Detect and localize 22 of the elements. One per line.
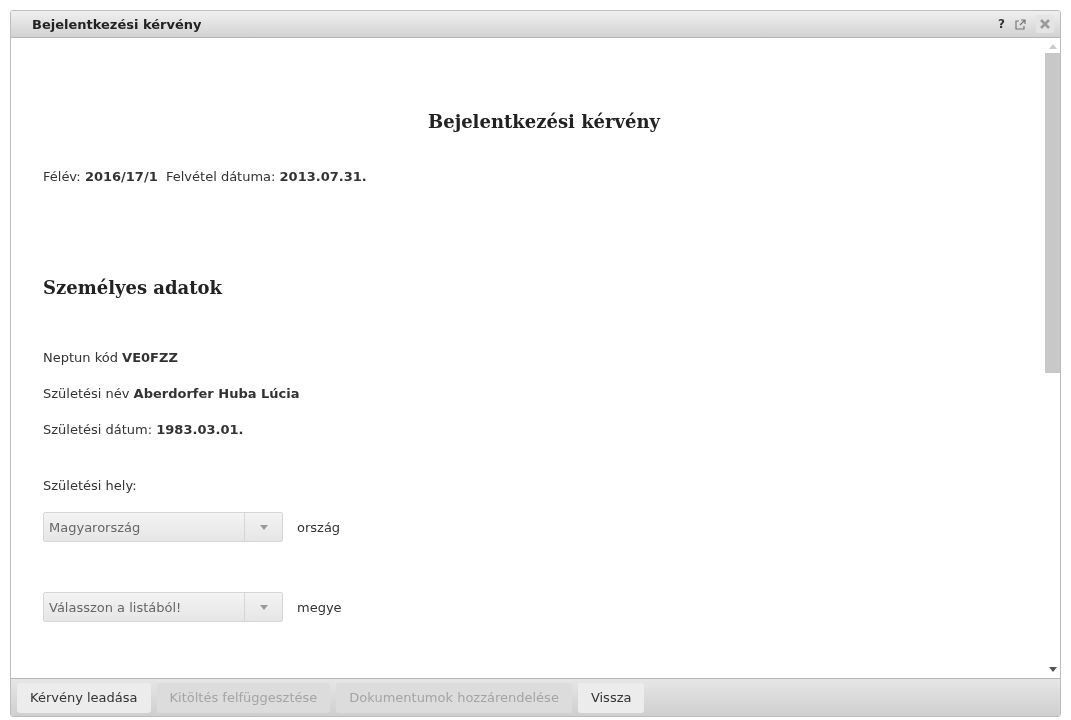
dropdown-field[interactable]: Válasszon a listából! — [43, 592, 283, 622]
caret-icon — [259, 604, 268, 610]
scroll-up-icon[interactable] — [1048, 44, 1057, 49]
caret-icon — [259, 524, 268, 530]
action-button[interactable]: Kérvény leadása — [17, 682, 151, 713]
close-icon[interactable] — [1036, 15, 1054, 33]
scroll-down-icon[interactable] — [1048, 667, 1057, 672]
field-suffix: ország — [297, 519, 341, 535]
form-title: Bejelentkezési kérvény — [427, 111, 662, 132]
scrollbar-thumb[interactable] — [1045, 53, 1060, 373]
field-label: Születési hely: — [43, 478, 138, 493]
field-suffix: megye — [297, 599, 342, 615]
section-heading: Személyes adatok — [43, 277, 224, 298]
personal-data-line: Neptun kód VE0FZZ — [43, 350, 179, 366]
action-button[interactable]: Vissza — [577, 682, 645, 713]
window-title: Bejelentkezési kérvény — [32, 16, 202, 32]
popout-icon[interactable] — [1015, 18, 1026, 30]
personal-data-line: Születési név Aberdorfer Huba Lúcia — [43, 386, 301, 402]
help-button[interactable]: ? — [998, 17, 1005, 31]
semester-info: Félév: 2016/17/1 Felvétel dátuma: 2013.07.31. — [43, 169, 368, 184]
dropdown-field[interactable]: Magyarország — [43, 512, 283, 542]
personal-data-line: Születési dátum: 1983.03.01. — [43, 422, 245, 438]
